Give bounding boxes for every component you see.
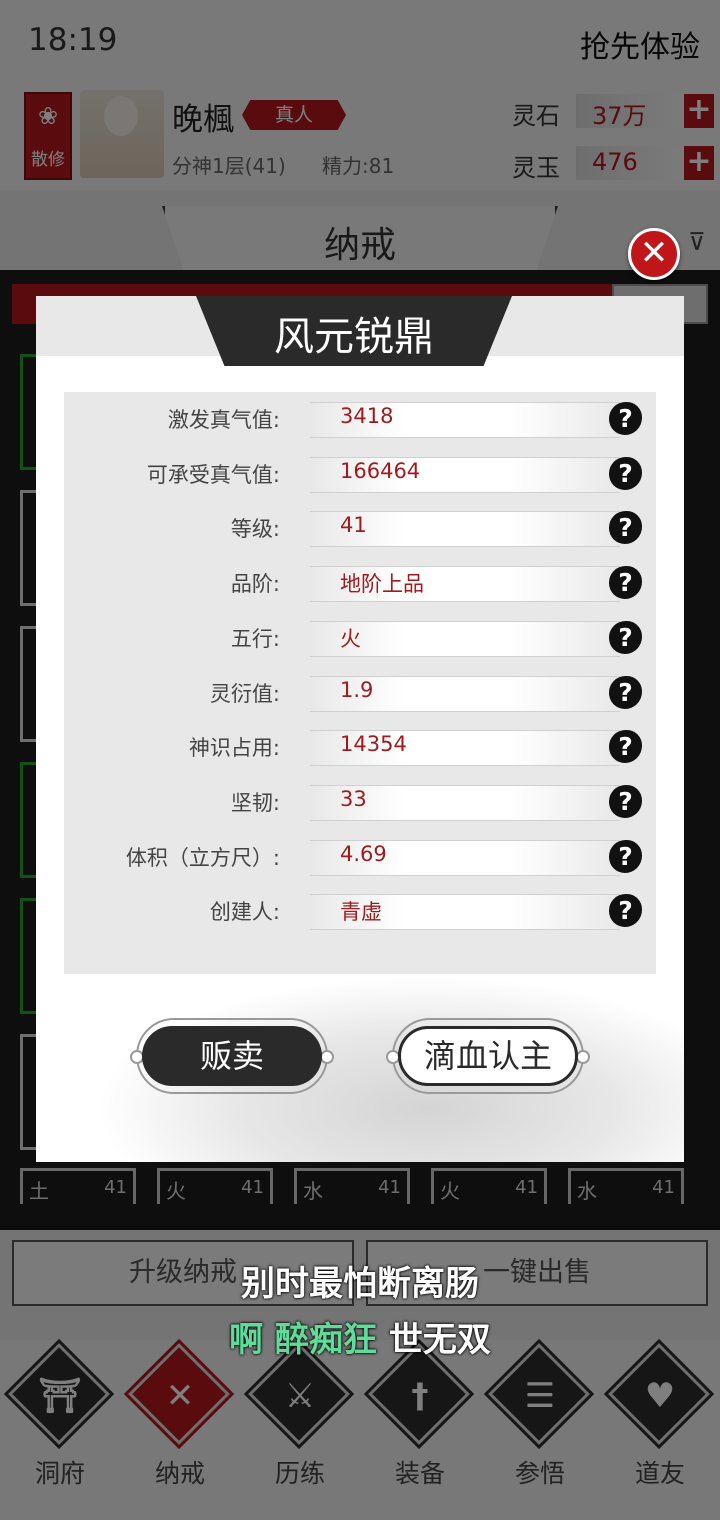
property-value: 33 xyxy=(340,786,367,811)
help-icon[interactable]: ? xyxy=(609,839,642,873)
property-value: 地阶上品 xyxy=(340,572,424,597)
property-row: 创建人: 青虚 ? xyxy=(64,884,656,939)
lyric-line: 别时最怕断离肠 xyxy=(241,1264,479,1304)
item-name: 风元锐鼎 xyxy=(274,314,434,360)
lyric-highlight: 啊 醉痴狂 xyxy=(229,1320,377,1360)
help-icon[interactable]: ? xyxy=(609,511,642,545)
property-row: 灵衍值: 1.9 ? xyxy=(64,666,656,721)
help-icon[interactable]: ? xyxy=(609,784,642,818)
sell-button[interactable]: 贩卖 xyxy=(142,1026,322,1086)
property-value: 41 xyxy=(340,513,367,538)
property-label: 激发真气值: xyxy=(167,408,280,432)
blood-bind-button[interactable]: 滴血认主 xyxy=(398,1026,578,1086)
property-list: 激发真气值: 3418 ? 可承受真气值: 166464 ? 等级: 41 ? … xyxy=(64,392,656,974)
lyric-line: 啊 醉痴狂 世无双 xyxy=(0,1312,720,1361)
property-value: 14354 xyxy=(340,732,407,757)
property-row: 五行: 火 ? xyxy=(64,611,656,666)
property-label: 等级: xyxy=(230,517,280,542)
property-label: 神识占用: xyxy=(188,736,280,761)
property-row: 坚韧: 33 ? xyxy=(64,775,656,830)
help-icon[interactable]: ? xyxy=(609,730,642,764)
help-icon[interactable]: ? xyxy=(609,402,642,435)
close-button[interactable]: ✕ xyxy=(628,228,680,280)
property-label: 品阶: xyxy=(230,572,280,597)
property-label: 坚韧: xyxy=(230,790,280,815)
item-detail-dialog: 风元锐鼎 激发真气值: 3418 ? 可承受真气值: 166464 ? 等级: … xyxy=(36,296,684,1162)
property-row: 激发真气值: 3418 ? xyxy=(64,392,656,447)
property-value: 4.69 xyxy=(340,841,387,866)
property-label: 体积（立方尺）: xyxy=(125,845,280,870)
property-value: 1.9 xyxy=(340,677,374,702)
property-value: 火 xyxy=(340,626,361,651)
property-label: 灵衍值: xyxy=(209,681,280,706)
help-icon[interactable]: ? xyxy=(609,894,642,928)
property-label: 五行: xyxy=(230,626,280,651)
help-icon[interactable]: ? xyxy=(609,675,642,709)
property-value: 166464 xyxy=(340,458,421,483)
help-icon[interactable]: ? xyxy=(609,620,642,654)
property-row: 品阶: 地阶上品 ? xyxy=(64,556,656,611)
property-value: 3418 xyxy=(340,404,394,428)
property-label: 创建人: xyxy=(209,900,280,925)
property-row: 神识占用: 14354 ? xyxy=(64,720,656,775)
property-label: 可承受真气值: xyxy=(146,462,280,487)
property-row: 等级: 41 ? xyxy=(64,501,656,556)
property-row: 体积（立方尺）: 4.69 ? xyxy=(64,830,656,885)
property-row: 可承受真气值: 166464 ? xyxy=(64,447,656,502)
property-value: 青虚 xyxy=(340,900,382,925)
lyric-rest: 世无双 xyxy=(377,1320,491,1360)
help-icon[interactable]: ? xyxy=(609,566,642,600)
help-icon[interactable]: ? xyxy=(609,456,642,490)
